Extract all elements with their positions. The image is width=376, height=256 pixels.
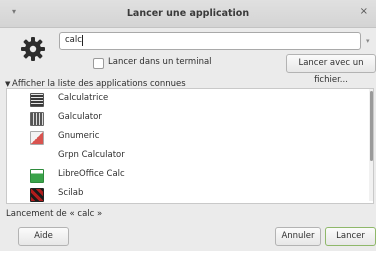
text-caret — [82, 35, 83, 46]
scilab-icon — [30, 188, 44, 202]
scrollbar-thumb[interactable] — [370, 91, 373, 161]
expander-arrow-icon[interactable]: ▼ — [5, 80, 10, 88]
app-name: Grpn Calculator — [58, 150, 125, 160]
list-item[interactable]: Calculatrice — [7, 89, 371, 108]
app-name: Scilab — [58, 188, 84, 198]
list-item[interactable]: Scilab — [7, 184, 371, 203]
close-icon[interactable]: × — [360, 6, 368, 17]
gnumeric-icon — [30, 131, 44, 145]
window-title: Lancer une application — [126, 8, 250, 19]
list-item[interactable]: LibreOffice Calc — [7, 165, 371, 184]
libreoffice-calc-icon — [30, 169, 44, 183]
application-list[interactable]: Calculatrice Galculator Gnumeric Grpn Ca… — [6, 88, 374, 204]
cancel-button[interactable]: Annuler — [275, 227, 321, 246]
app-name: LibreOffice Calc — [58, 169, 125, 179]
app-name: Gnumeric — [58, 131, 100, 141]
run-in-terminal-checkbox[interactable] — [93, 58, 104, 69]
history-dropdown-icon[interactable]: ▾ — [366, 37, 370, 45]
galculator-icon — [30, 112, 44, 126]
app-name: Galculator — [58, 112, 102, 122]
blank-icon — [30, 150, 42, 162]
title-bar: ▾ Lancer une application × — [0, 0, 376, 28]
app-name: Calculatrice — [58, 93, 109, 103]
help-button[interactable]: Aide — [18, 227, 69, 246]
status-text: Lancement de « calc » — [6, 209, 103, 219]
launch-button[interactable]: Lancer — [325, 227, 376, 246]
list-scrollbar[interactable] — [369, 89, 373, 201]
run-with-file-button[interactable]: Lancer avec un fichier... — [286, 54, 376, 85]
run-application-dialog: ▾ Lancer une application × calc ▾ Lancer… — [0, 0, 376, 251]
gear-icon — [21, 37, 45, 61]
list-item[interactable]: Gnumeric — [7, 127, 371, 146]
list-item[interactable]: Grpn Calculator — [7, 146, 371, 165]
command-input-value: calc — [65, 35, 82, 45]
command-input[interactable]: calc — [59, 32, 361, 50]
list-item[interactable]: Galculator — [7, 108, 371, 127]
run-in-terminal-label[interactable]: Lancer dans un terminal — [108, 57, 212, 67]
calculator-icon — [30, 93, 44, 107]
